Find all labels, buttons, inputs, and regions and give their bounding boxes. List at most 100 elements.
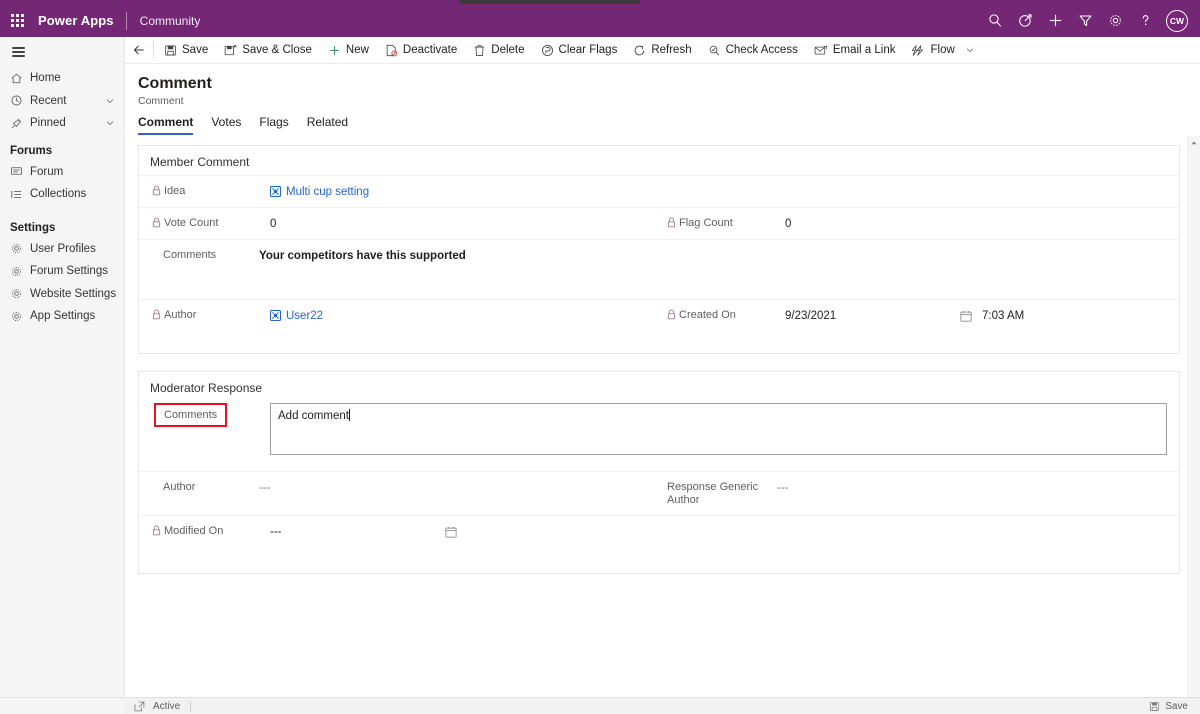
check-access-button[interactable]: Check Access <box>700 37 806 64</box>
modified-on-date[interactable]: --- <box>270 526 445 538</box>
author-value[interactable]: User22 <box>270 308 659 323</box>
moderator-comments-row: Comments Add comment <box>139 401 1179 471</box>
form-tab-list: Comment Votes Flags Related <box>125 107 1200 135</box>
save-button-label: Save <box>182 44 209 56</box>
author-field: Author User22 <box>139 300 659 331</box>
page-title-block: Comment Comment <box>125 64 1200 107</box>
vote-count-label-wrap: Vote Count <box>152 216 270 230</box>
sidebar-item-app-settings[interactable]: App Settings <box>0 305 124 328</box>
hamburger-icon <box>12 45 25 60</box>
created-on-label: Created On <box>679 309 736 321</box>
plus-icon[interactable] <box>1040 4 1070 37</box>
check-access-icon <box>709 45 719 55</box>
brand-title[interactable]: Power Apps <box>34 13 126 28</box>
app-header: Power Apps Community CW <box>0 4 1200 37</box>
sidebar-item-label: Collections <box>30 188 87 201</box>
lookup-record-icon <box>270 186 281 197</box>
record-state: Active <box>153 700 181 712</box>
sidebar-item-forum-settings[interactable]: Forum Settings <box>0 260 124 283</box>
delete-button-label: Delete <box>491 44 525 56</box>
app-launcher-button[interactable] <box>0 4 34 37</box>
calendar-icon <box>445 526 457 538</box>
check-access-button-label: Check Access <box>725 44 798 56</box>
moderator-author-value[interactable]: --- <box>259 480 659 495</box>
sidebar-item-home[interactable]: Home <box>0 67 124 90</box>
tab-flags[interactable]: Flags <box>250 115 297 135</box>
command-bar-divider <box>153 41 154 59</box>
open-in-new-window-icon[interactable] <box>125 701 153 712</box>
sidebar-group-forums: Forums <box>10 144 53 157</box>
chevron-down-icon[interactable] <box>104 118 116 128</box>
moderator-response-section-title: Moderator Response <box>150 381 263 395</box>
moderator-modified-on-row: Modified On --- <box>139 515 1179 547</box>
vote-flag-row: Vote Count 0 Flag Count 0 <box>139 207 1179 239</box>
refresh-button-label: Refresh <box>651 44 692 56</box>
clear-flags-button-label: Clear Flags <box>558 44 618 56</box>
delete-button[interactable]: Delete <box>465 37 532 64</box>
new-button[interactable]: New <box>320 37 377 64</box>
created-on-time[interactable]: 7:03 AM <box>972 310 1024 322</box>
sidebar-item-recent[interactable]: Recent <box>0 90 124 113</box>
modified-on-label-wrap: Modified On <box>152 524 270 538</box>
status-bar-save-button[interactable]: Save <box>1149 701 1200 712</box>
sidebar-item-forum[interactable]: Forum <box>0 161 124 184</box>
help-icon[interactable] <box>1130 4 1160 37</box>
save-button[interactable]: Save <box>156 37 216 64</box>
created-on-date[interactable]: 9/23/2021 <box>785 310 960 322</box>
form-vertical-scrollbar[interactable] <box>1187 136 1200 697</box>
vote-count-field: Vote Count 0 <box>139 208 659 239</box>
modified-on-row-right-empty <box>659 516 1179 547</box>
sidebar-item-user-profiles[interactable]: User Profiles <box>0 238 124 261</box>
page-title: Comment <box>138 75 212 92</box>
sidebar-item-label: Home <box>30 72 61 85</box>
status-bar: Active Save <box>125 697 1200 714</box>
idea-link[interactable]: Multi cup setting <box>286 186 369 198</box>
sidebar-item-label: Forum Settings <box>30 265 108 278</box>
modified-on-label: Modified On <box>164 525 224 537</box>
trash-icon <box>475 44 485 56</box>
deactivate-button[interactable]: Deactivate <box>377 37 465 64</box>
tab-comment[interactable]: Comment <box>138 115 202 135</box>
avatar[interactable]: CW <box>1166 9 1188 32</box>
flag-count-label: Flag Count <box>679 217 733 229</box>
sidebar-item-collections[interactable]: Collections <box>0 183 124 206</box>
refresh-button[interactable]: Refresh <box>625 37 699 64</box>
created-on-datetime: 9/23/2021 7:03 AM <box>785 310 1179 322</box>
gear-icon[interactable] <box>1100 4 1130 37</box>
tab-votes[interactable]: Votes <box>202 115 250 135</box>
sidebar-item-website-settings[interactable]: Website Settings <box>0 283 124 306</box>
gear-icon <box>10 310 30 323</box>
email-a-link-button-label: Email a Link <box>832 44 896 56</box>
email-link-icon <box>814 45 827 54</box>
status-bar-divider <box>190 700 192 712</box>
save-and-close-button[interactable]: Save & Close <box>216 37 320 64</box>
back-button[interactable] <box>125 37 153 64</box>
moderator-comments-label: Comments <box>154 403 228 427</box>
page-subtitle: Comment <box>138 95 184 107</box>
target-icon[interactable] <box>1010 4 1040 37</box>
response-generic-author-value[interactable]: --- <box>777 480 1179 495</box>
member-comments-value[interactable]: Your competitors have this supported <box>259 248 1179 263</box>
sidebar-item-label: App Settings <box>30 310 96 323</box>
moderator-author-label: Author <box>163 481 196 493</box>
flow-button[interactable]: Flow <box>903 37 962 64</box>
tab-related[interactable]: Related <box>298 115 357 135</box>
command-overflow-chevron-down-icon[interactable] <box>963 37 981 64</box>
calendar-icon <box>960 310 972 322</box>
sidebar-item-pinned[interactable]: Pinned <box>0 112 124 135</box>
clear-flags-button[interactable]: Clear Flags <box>533 37 626 64</box>
idea-value[interactable]: Multi cup setting <box>270 184 659 199</box>
environment-name[interactable]: Community <box>127 14 201 28</box>
flow-icon <box>912 44 924 56</box>
scroll-up-arrow-icon[interactable] <box>1188 136 1200 149</box>
moderator-response-section: Moderator Response Comments Add comment … <box>138 371 1180 574</box>
author-label-wrap: Author <box>152 308 270 322</box>
flag-count-label-wrap: Flag Count <box>667 216 785 230</box>
filter-icon[interactable] <box>1070 4 1100 37</box>
email-a-link-button[interactable]: Email a Link <box>806 37 904 64</box>
chevron-down-icon[interactable] <box>104 96 116 106</box>
moderator-comments-textarea[interactable]: Add comment <box>270 403 1167 455</box>
author-link[interactable]: User22 <box>286 310 323 322</box>
sidebar-toggle-button[interactable] <box>0 37 124 67</box>
search-icon[interactable] <box>980 4 1010 37</box>
